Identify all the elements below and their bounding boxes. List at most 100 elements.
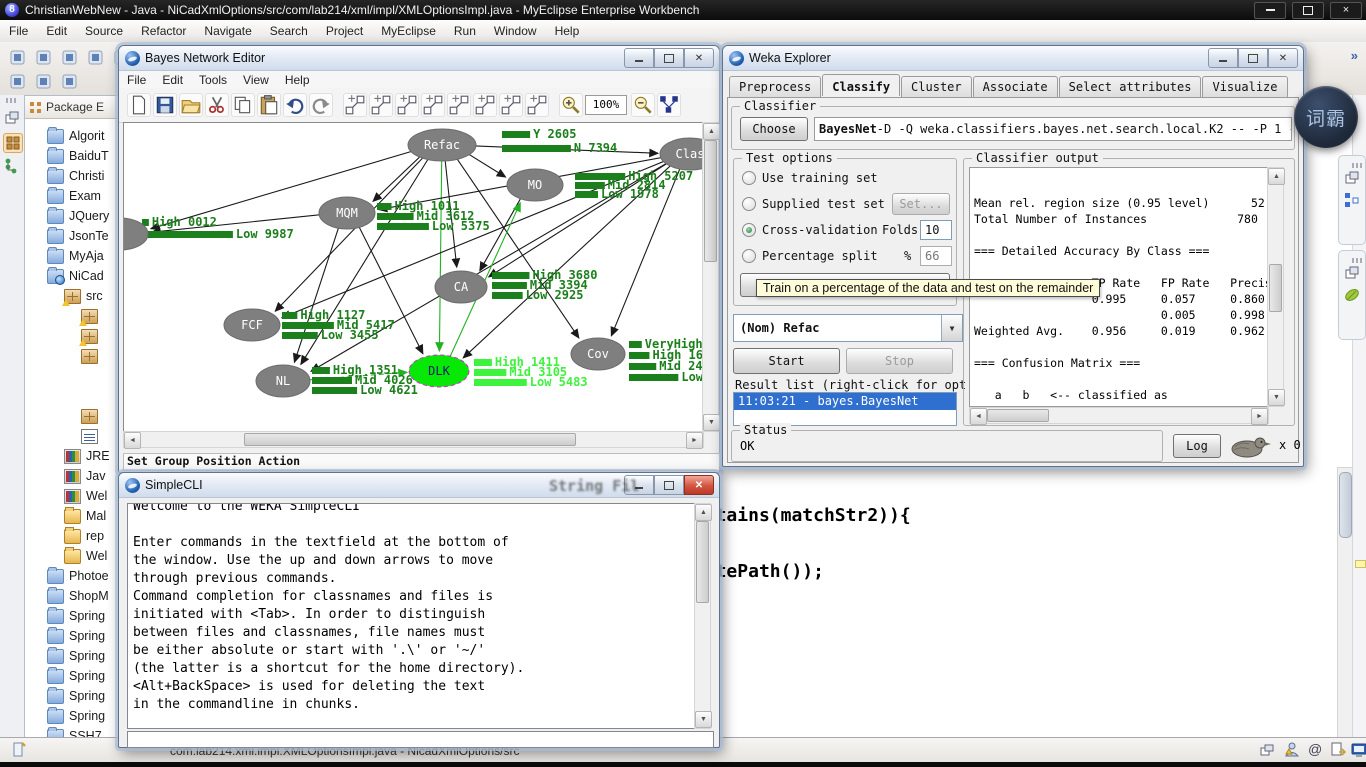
menu-myeclipse[interactable]: MyEclipse: [372, 24, 445, 38]
zoomout-icon[interactable]: [631, 93, 655, 117]
bayes-maximize-button[interactable]: [654, 48, 684, 68]
bayes-menu-edit[interactable]: Edit: [154, 73, 191, 87]
occurrence-marker[interactable]: [1355, 560, 1366, 568]
simplecli-vscrollbar[interactable]: ▲ ▼: [694, 503, 711, 729]
menu-search[interactable]: Search: [261, 24, 317, 38]
toolbar-icon-3[interactable]: [84, 46, 108, 70]
zoomin-icon[interactable]: [559, 93, 583, 117]
lay-icon[interactable]: [369, 93, 393, 117]
main-maximize-button[interactable]: [1292, 2, 1324, 19]
bayes-graph-canvas[interactable]: Y 2605N 7394RefacClasHigh 5207Mid 2814Lo…: [123, 122, 703, 432]
bayes-menu-tools[interactable]: Tools: [191, 73, 235, 87]
menu-project[interactable]: Project: [317, 24, 372, 38]
bayes-minimize-button[interactable]: [624, 48, 654, 68]
folds-field[interactable]: 10: [920, 220, 952, 240]
menu-file[interactable]: File: [0, 24, 37, 38]
radio-use-training-set[interactable]: Use training set: [742, 171, 878, 185]
scroll-left-arrow[interactable]: ◄: [124, 432, 141, 449]
lay-icon[interactable]: [499, 93, 523, 117]
output-scroll-up[interactable]: ▲: [1268, 168, 1285, 185]
toolbar-icon-b1[interactable]: [32, 70, 56, 94]
menu-navigate[interactable]: Navigate: [195, 24, 260, 38]
simplecli-command-input[interactable]: [127, 731, 714, 748]
result-list-item[interactable]: 11:03:21 - bayes.BayesNet: [734, 393, 956, 410]
weka-close-button[interactable]: ✕: [1268, 48, 1298, 68]
rail-drag-handle[interactable]: [6, 98, 18, 103]
console-icon[interactable]: [1350, 741, 1366, 759]
weka-title-bar[interactable]: Weka Explorer ✕: [723, 46, 1303, 71]
cli-scroll-down[interactable]: ▼: [695, 711, 712, 728]
lay-icon[interactable]: [343, 93, 367, 117]
simplecli-close-button[interactable]: ✕: [684, 475, 714, 495]
tab-associate[interactable]: Associate: [973, 76, 1058, 98]
restore-tray-icon[interactable]: [1258, 741, 1276, 759]
editor-scrollbar-thumb[interactable]: [1339, 472, 1352, 538]
output-vscroll-thumb[interactable]: [1269, 264, 1282, 312]
scroll-up-arrow[interactable]: ▲: [703, 123, 720, 140]
output-hscrollbar[interactable]: ◄ ►: [969, 407, 1269, 424]
lay-icon[interactable]: [473, 93, 497, 117]
main-minimize-button[interactable]: [1254, 2, 1286, 19]
lay-icon[interactable]: [525, 93, 549, 117]
canvas-hscroll-thumb[interactable]: [244, 433, 576, 446]
code-nav-icon[interactable]: [1330, 741, 1348, 759]
radio-circle[interactable]: [742, 171, 756, 185]
outline-view-icon[interactable]: [1343, 191, 1361, 209]
output-vscrollbar[interactable]: ▲ ▼: [1267, 167, 1284, 407]
at-sign-icon[interactable]: @: [1308, 741, 1326, 759]
bayes-menu-file[interactable]: File: [119, 73, 154, 87]
undo-icon[interactable]: [283, 93, 307, 117]
type-hierarchy-view-icon[interactable]: [3, 157, 21, 175]
main-close-button[interactable]: ×: [1330, 2, 1362, 19]
log-button[interactable]: Log: [1173, 434, 1221, 458]
lay-icon[interactable]: [395, 93, 419, 117]
radio-cross-validation[interactable]: Cross-validation: [742, 223, 878, 237]
menu-window[interactable]: Window: [485, 24, 546, 38]
menu-edit[interactable]: Edit: [37, 24, 76, 38]
restore-panel-icon[interactable]: [1343, 169, 1361, 187]
cibá-floating-badge[interactable]: 词霸: [1294, 86, 1358, 148]
perspective-more-chevron[interactable]: »: [1351, 48, 1358, 63]
toolbar-icon-0[interactable]: [6, 46, 30, 70]
open-icon[interactable]: [179, 93, 203, 117]
output-scroll-down[interactable]: ▼: [1268, 389, 1285, 406]
menu-refactor[interactable]: Refactor: [132, 24, 195, 38]
simplecli-output-area[interactable]: Welcome to the WEKA SimpleCLI Enter comm…: [127, 503, 700, 729]
scroll-down-arrow[interactable]: ▼: [703, 414, 720, 431]
class-attribute-combo[interactable]: (Nom) Refac ▼: [733, 314, 963, 342]
paste-icon[interactable]: [257, 93, 281, 117]
tab-classify[interactable]: Classify: [822, 74, 900, 96]
menu-help[interactable]: Help: [546, 24, 589, 38]
cut-icon[interactable]: [205, 93, 229, 117]
toolbar-icon-b0[interactable]: [6, 70, 30, 94]
bayes-menu-view[interactable]: View: [235, 73, 277, 87]
tab-visualize[interactable]: Visualize: [1202, 76, 1287, 98]
start-button[interactable]: Start: [733, 348, 840, 374]
percent-field[interactable]: 66: [920, 246, 952, 266]
scroll-right-arrow[interactable]: ►: [686, 432, 703, 449]
new-doc-icon[interactable]: [127, 93, 151, 117]
tab-cluster[interactable]: Cluster: [901, 76, 972, 98]
choose-classifier-button[interactable]: Choose: [740, 117, 808, 141]
bayes-menu-help[interactable]: Help: [277, 73, 318, 87]
menu-run[interactable]: Run: [445, 24, 485, 38]
set-test-set-button[interactable]: Set...: [892, 193, 950, 215]
toolbar-icon-1[interactable]: [32, 46, 56, 70]
tab-preprocess[interactable]: Preprocess: [729, 76, 821, 98]
tab-select-attributes[interactable]: Select attributes: [1059, 76, 1202, 98]
weka-maximize-button[interactable]: [1238, 48, 1268, 68]
combo-dropdown-arrow[interactable]: ▼: [941, 315, 962, 341]
radio-supplied-test-set[interactable]: Supplied test set: [742, 197, 885, 211]
result-list[interactable]: 11:03:21 - bayes.BayesNet: [733, 392, 957, 426]
lay-icon[interactable]: [447, 93, 471, 117]
menu-source[interactable]: Source: [76, 24, 132, 38]
canvas-hscrollbar[interactable]: ◄ ►: [123, 431, 704, 448]
bayes-close-button[interactable]: ✕: [684, 48, 714, 68]
stop-button[interactable]: Stop: [846, 348, 953, 374]
package-explorer-view-icon[interactable]: [3, 133, 23, 153]
save-icon[interactable]: [153, 93, 177, 117]
net-icon[interactable]: [657, 93, 681, 117]
radio-circle[interactable]: [742, 197, 756, 211]
bayes-title-bar[interactable]: Bayes Network Editor ✕: [119, 46, 719, 71]
canvas-vscroll-thumb[interactable]: [704, 140, 717, 262]
